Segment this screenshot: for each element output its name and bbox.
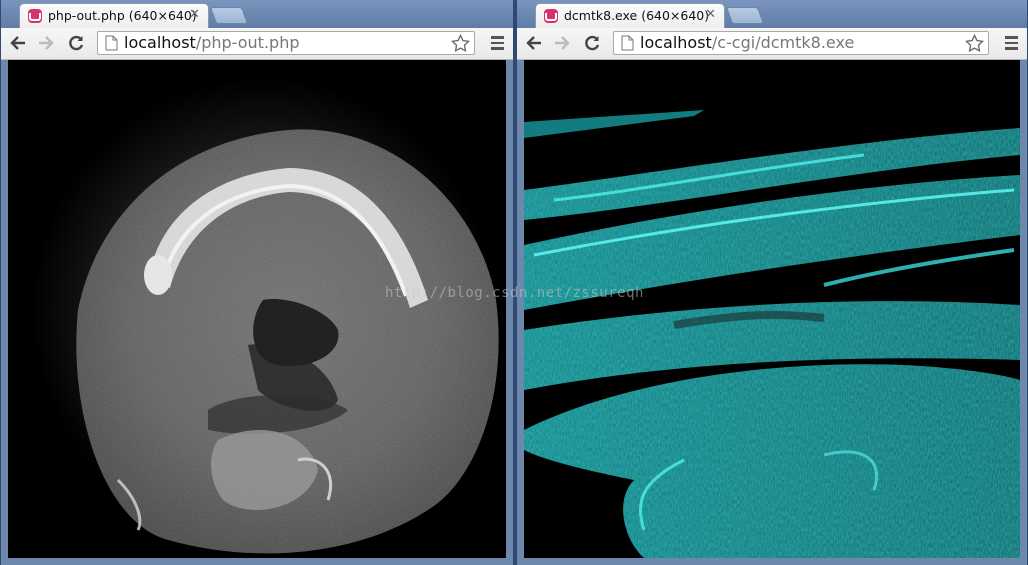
tab-strip: dcmtk8.exe (640×640) ✕ xyxy=(517,0,1027,28)
browser-window-right: dcmtk8.exe (640×640) ✕ localhost/c-cgi/d… xyxy=(516,0,1028,565)
url-text: localhost/php-out.php xyxy=(124,33,300,52)
menu-icon[interactable] xyxy=(1001,33,1021,53)
close-icon[interactable]: ✕ xyxy=(189,7,200,23)
watermark-text: http://blog.csdn.net/zssureqh xyxy=(385,285,644,301)
browser-toolbar: localhost/php-out.php xyxy=(1,28,513,60)
page-favicon-icon xyxy=(28,9,42,23)
back-arrow-icon[interactable] xyxy=(7,32,29,54)
address-bar[interactable]: localhost/php-out.php xyxy=(97,31,475,55)
page-icon xyxy=(105,35,118,51)
tab-title: php-out.php (640×640) xyxy=(48,8,197,23)
page-favicon-icon xyxy=(544,9,558,23)
ct-slice-image xyxy=(8,60,506,558)
menu-icon[interactable] xyxy=(487,33,507,53)
tab-strip: php-out.php (640×640) ✕ xyxy=(1,0,513,28)
address-bar[interactable]: localhost/c-cgi/dcmtk8.exe xyxy=(613,31,989,55)
page-icon xyxy=(621,35,634,51)
browser-window-left: php-out.php (640×640) ✕ localhost/php-ou… xyxy=(0,0,514,565)
page-content xyxy=(524,60,1020,558)
reload-icon[interactable] xyxy=(65,32,87,54)
bookmark-star-icon[interactable] xyxy=(965,34,984,53)
tab-dcmtk8[interactable]: dcmtk8.exe (640×640) ✕ xyxy=(535,3,725,28)
forward-arrow-icon[interactable] xyxy=(551,32,573,54)
tab-title: dcmtk8.exe (640×640) xyxy=(564,8,710,23)
reload-icon[interactable] xyxy=(581,32,603,54)
ct-cyan-image xyxy=(524,60,1020,558)
url-text: localhost/c-cgi/dcmtk8.exe xyxy=(640,33,855,52)
close-icon[interactable]: ✕ xyxy=(705,7,716,23)
new-tab-button[interactable] xyxy=(725,7,765,24)
bookmark-star-icon[interactable] xyxy=(451,34,470,53)
tab-php-out[interactable]: php-out.php (640×640) ✕ xyxy=(19,3,209,28)
browser-toolbar: localhost/c-cgi/dcmtk8.exe xyxy=(517,28,1027,60)
new-tab-button[interactable] xyxy=(209,7,249,24)
back-arrow-icon[interactable] xyxy=(523,32,545,54)
forward-arrow-icon[interactable] xyxy=(35,32,57,54)
page-content xyxy=(8,60,506,558)
